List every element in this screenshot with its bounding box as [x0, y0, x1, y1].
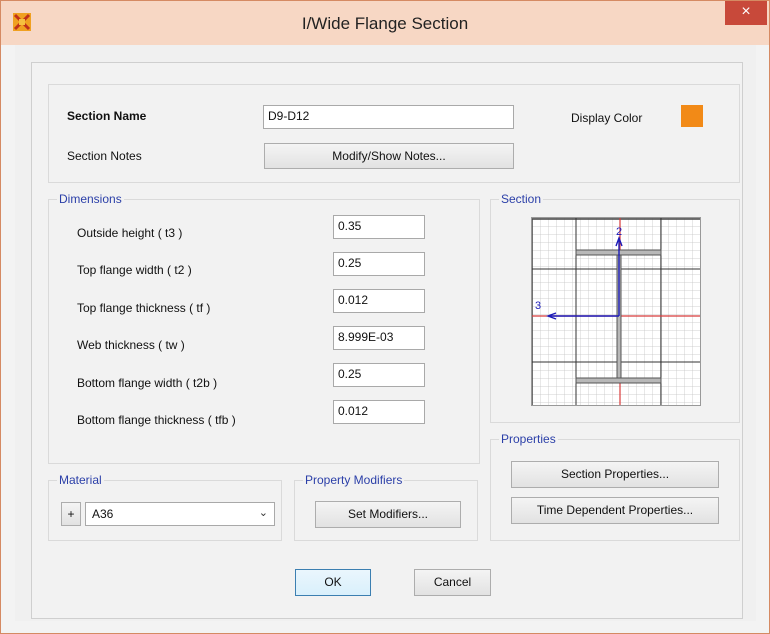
- material-title: Material: [57, 473, 104, 487]
- dim-input-t2[interactable]: 0.25: [333, 252, 425, 276]
- properties-title: Properties: [499, 432, 558, 446]
- axis-2-label: 2: [616, 226, 622, 238]
- axis-3-label: 3: [535, 300, 541, 312]
- section-notes-label: Section Notes: [67, 149, 142, 163]
- modify-notes-button[interactable]: Modify/Show Notes...: [264, 143, 514, 169]
- dim-input-t3[interactable]: 0.35: [333, 215, 425, 239]
- dim-input-tw[interactable]: 8.999E-03: [333, 326, 425, 350]
- section-preview-group: Section 2 3: [490, 192, 740, 423]
- display-color-swatch[interactable]: [681, 105, 703, 127]
- dialog-client: Section Name D9-D12 Display Color Sectio…: [15, 45, 756, 621]
- dim-label-tfb: Bottom flange thickness ( tfb ): [77, 413, 236, 427]
- section-properties-button[interactable]: Section Properties...: [511, 461, 719, 488]
- dimensions-title: Dimensions: [57, 192, 124, 206]
- property-modifiers-title: Property Modifiers: [303, 473, 405, 487]
- close-button[interactable]: ×: [725, 1, 767, 25]
- dimensions-group: Dimensions Outside height ( t3 ) 0.35 To…: [48, 192, 480, 464]
- section-title: Section: [499, 192, 544, 206]
- display-color-label: Display Color: [571, 111, 643, 125]
- dialog-frame: Section Name D9-D12 Display Color Sectio…: [31, 62, 743, 619]
- dim-input-t2b[interactable]: 0.25: [333, 363, 425, 387]
- window-title: I/Wide Flange Section: [301, 14, 469, 33]
- chevron-down-icon: ⌄: [258, 507, 268, 519]
- dim-input-tfb[interactable]: 0.012: [333, 400, 425, 424]
- section-info-group: Section Name D9-D12 Display Color Sectio…: [48, 84, 740, 183]
- set-modifiers-button[interactable]: Set Modifiers...: [315, 501, 461, 528]
- dim-input-tf[interactable]: 0.012: [333, 289, 425, 313]
- section-canvas: 2 3: [531, 217, 701, 406]
- dim-label-t2: Top flange width ( t2 ): [77, 263, 192, 277]
- time-dependent-properties-button[interactable]: Time Dependent Properties...: [511, 497, 719, 524]
- cancel-button[interactable]: Cancel: [414, 569, 491, 596]
- dim-label-tw: Web thickness ( tw ): [77, 338, 185, 352]
- ok-button[interactable]: OK: [295, 569, 371, 596]
- section-name-input[interactable]: D9-D12: [263, 105, 514, 129]
- section-name-label: Section Name: [67, 109, 147, 123]
- property-modifiers-group: Property Modifiers Set Modifiers...: [294, 473, 478, 541]
- dim-label-t3: Outside height ( t3 ): [77, 226, 183, 240]
- material-select[interactable]: A36 ⌄: [85, 502, 275, 526]
- properties-group: Properties Section Properties... Time De…: [490, 432, 740, 541]
- section-drawing: 2 3: [531, 218, 700, 405]
- dim-label-t2b: Bottom flange width ( t2b ): [77, 376, 218, 390]
- material-group: Material + A36 ⌄: [48, 473, 282, 541]
- dialog-window: I/Wide Flange Section × Section Name D9-…: [0, 0, 770, 634]
- dim-label-tf: Top flange thickness ( tf ): [77, 301, 211, 315]
- add-material-button[interactable]: +: [61, 502, 81, 526]
- material-select-value: A36: [92, 507, 114, 521]
- title-bar: I/Wide Flange Section ×: [1, 1, 769, 45]
